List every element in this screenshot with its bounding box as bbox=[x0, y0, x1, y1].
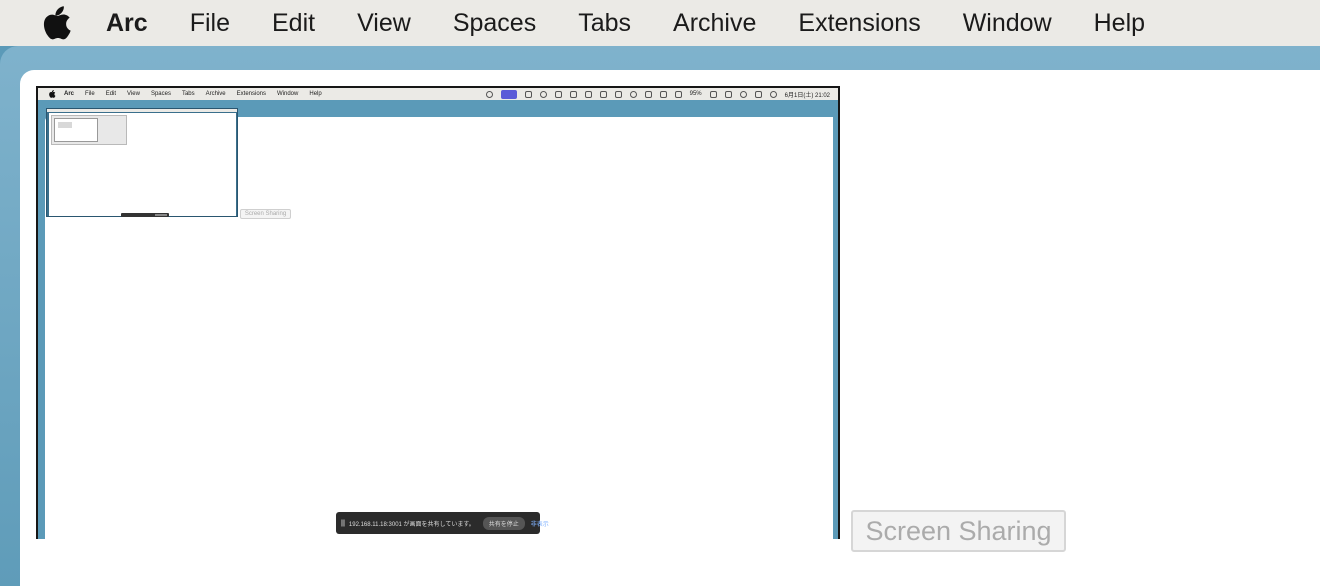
status-icon bbox=[614, 90, 622, 98]
menu-file[interactable]: File bbox=[190, 9, 230, 38]
nested-screen-preview bbox=[46, 108, 238, 217]
menu-app-name[interactable]: Arc bbox=[106, 9, 148, 38]
menu-spaces[interactable]: Spaces bbox=[453, 9, 536, 38]
status-icon bbox=[524, 90, 532, 98]
search-icon bbox=[739, 90, 747, 98]
menu-edit[interactable]: Edit bbox=[272, 9, 315, 38]
preview-menu-archive: Archive bbox=[205, 91, 226, 97]
stop-sharing-button: 共有を停止 bbox=[482, 516, 525, 530]
battery-percent: 95% bbox=[689, 91, 702, 97]
nested-menubar bbox=[47, 109, 237, 112]
nested-web-page bbox=[49, 113, 236, 217]
nested-screen-sharing-badge: Screen Sharing bbox=[240, 209, 291, 219]
control-center-icon bbox=[754, 90, 762, 98]
preview-menu-spaces: Spaces bbox=[150, 91, 171, 97]
volume-icon bbox=[644, 90, 652, 98]
screen-share-icon bbox=[500, 89, 517, 99]
menu-view[interactable]: View bbox=[357, 9, 411, 38]
pause-icon: || bbox=[341, 519, 345, 527]
apple-icon[interactable] bbox=[40, 6, 72, 40]
preview-datetime: 6月1日(土) 21:02 bbox=[784, 92, 830, 99]
nested-share-toast bbox=[121, 213, 169, 217]
nested-preview-inner bbox=[54, 118, 98, 142]
menu-tabs[interactable]: Tabs bbox=[578, 9, 631, 38]
preview-menu-edit: Edit bbox=[105, 91, 117, 97]
status-icon bbox=[629, 90, 637, 98]
menu-archive[interactable]: Archive bbox=[673, 9, 756, 38]
preview-menu-app-name: Arc bbox=[64, 91, 75, 97]
status-icon bbox=[674, 90, 682, 98]
menubar: Arc File Edit View Spaces Tabs Archive E… bbox=[0, 0, 1320, 46]
share-message: 192.168.11.18:3001 が画面を共有しています。 bbox=[348, 521, 475, 528]
screen-sharing-badge[interactable]: Screen Sharing bbox=[851, 510, 1066, 552]
siri-icon bbox=[769, 90, 777, 98]
nested-preview-content bbox=[58, 122, 72, 128]
battery-icon bbox=[709, 90, 717, 98]
preview-menu-tabs: Tabs bbox=[181, 91, 195, 97]
status-icon bbox=[554, 90, 562, 98]
preview-menu-help: Help bbox=[309, 91, 322, 97]
status-icon bbox=[599, 90, 607, 98]
preview-menu-file: File bbox=[85, 91, 95, 97]
hide-link: 非表示 bbox=[530, 521, 549, 528]
apple-icon bbox=[49, 90, 56, 98]
preview-menu-view: View bbox=[127, 91, 140, 97]
status-icon bbox=[485, 90, 493, 98]
bluetooth-icon bbox=[659, 90, 667, 98]
menu-help[interactable]: Help bbox=[1094, 9, 1145, 38]
status-icon bbox=[569, 90, 577, 98]
preview-menu-extensions: Extensions bbox=[236, 91, 267, 97]
menu-window[interactable]: Window bbox=[963, 9, 1052, 38]
status-icon bbox=[584, 90, 592, 98]
status-icon bbox=[539, 90, 547, 98]
nested-preview-thumbnail bbox=[51, 115, 127, 145]
screen-share-toast: || 192.168.11.18:3001 が画面を共有しています。 共有を停止… bbox=[336, 512, 549, 534]
preview-menubar: Arc File Edit View Spaces Tabs Archive E… bbox=[38, 88, 838, 100]
wifi-icon bbox=[724, 90, 732, 98]
menu-extensions[interactable]: Extensions bbox=[798, 9, 920, 38]
preview-status-area: 95% 6月1日(土) 21:02 bbox=[485, 88, 830, 100]
nested-stop-button bbox=[155, 214, 167, 216]
preview-menu-window: Window bbox=[277, 91, 299, 97]
